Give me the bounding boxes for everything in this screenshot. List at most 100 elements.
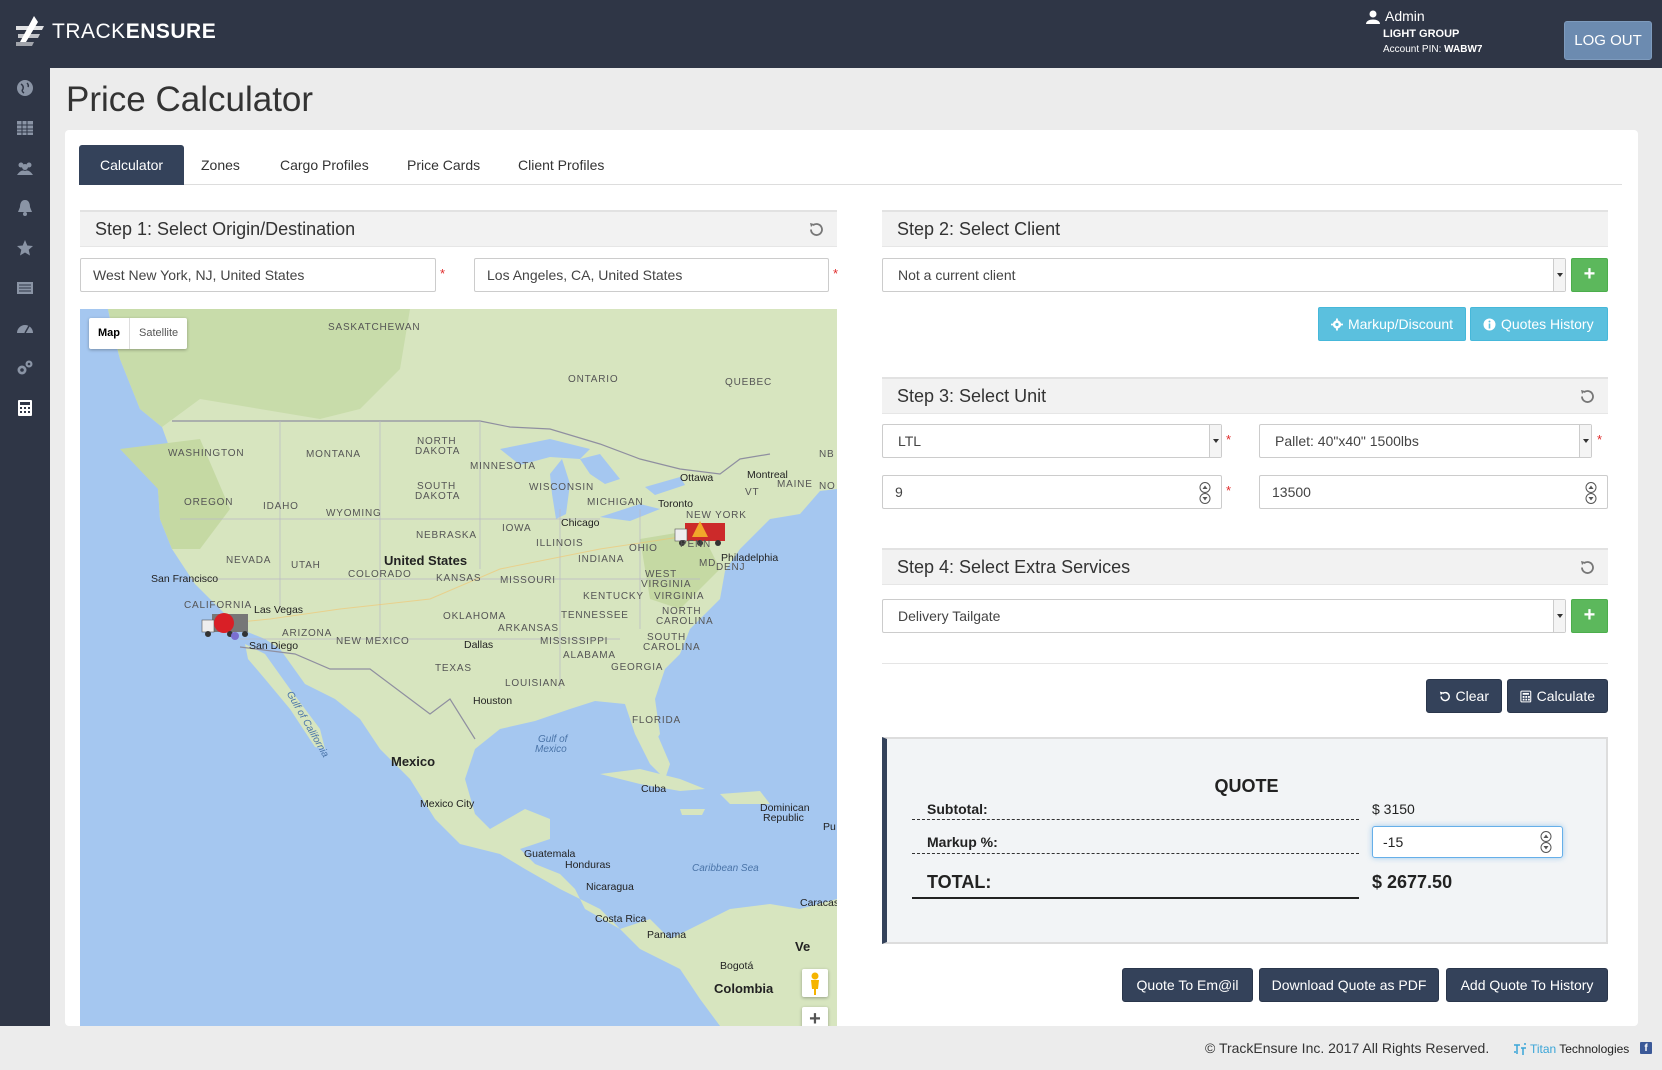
map-label: WYOMING [326, 508, 382, 519]
list-icon [17, 282, 33, 294]
route-map[interactable]: Map Satellite SASKATCHEWAN ONTARIO QUEBE… [80, 309, 837, 1026]
map-label: Las Vegas [254, 604, 304, 616]
map-label: MINNESOTA [470, 461, 536, 472]
trackensure-logo[interactable]: TRACKENSURE [14, 12, 216, 52]
markup-label: Markup %: [927, 834, 998, 850]
globe-icon [17, 80, 33, 96]
origin-truck-marker[interactable] [201, 613, 248, 637]
map-label: WISCONSIN [529, 482, 594, 493]
reset-icon[interactable] [808, 221, 825, 238]
undo-icon [1439, 691, 1450, 701]
map-label: Panama [647, 929, 687, 941]
map-label: NEVADA [226, 555, 272, 566]
map-label: ARKANSAS [498, 623, 559, 634]
tab-client-profiles[interactable]: Client Profiles [497, 145, 625, 185]
map-label: San Diego [249, 640, 299, 652]
spinner-arrows-icon[interactable] [1540, 831, 1552, 853]
calculator-icon [18, 400, 32, 416]
titan-technologies-logo[interactable]: Titan Technologies [1513, 1042, 1629, 1056]
reset-icon[interactable] [1579, 559, 1596, 576]
map-type-map-button[interactable]: Map [89, 318, 130, 349]
cargo-profile-select[interactable]: Pallet: 40"x40" 1500lbs [1259, 424, 1592, 458]
add-quote-to-history-button[interactable]: Add Quote To History [1446, 968, 1608, 1002]
markup-percent-input[interactable]: -15 [1372, 826, 1563, 858]
sidebar-item-settings[interactable] [0, 348, 50, 388]
map-label: NEW YORK [686, 510, 747, 521]
facebook-icon[interactable]: f [1640, 1042, 1652, 1054]
gear-icon [1331, 318, 1343, 330]
sidebar-item-notifications[interactable] [0, 188, 50, 228]
quote-to-email-button[interactable]: Quote To Em@il [1122, 968, 1253, 1002]
spinner-arrows-icon[interactable] [1199, 482, 1211, 504]
map-label: Honduras [565, 859, 611, 871]
gears-icon [17, 360, 33, 375]
step1-title: Step 1: Select Origin/Destination [95, 219, 356, 239]
tab-zones[interactable]: Zones [180, 145, 261, 185]
map-label: QUEBEC [725, 377, 773, 388]
calculate-button[interactable]: Calculate [1507, 679, 1608, 713]
markup-discount-button[interactable]: Markup/Discount [1318, 307, 1466, 341]
map-label: Philadelphia [721, 552, 779, 564]
map-label: ARIZONA [282, 628, 333, 639]
add-service-button[interactable]: + [1571, 599, 1608, 633]
map-type-control: Map Satellite [89, 318, 188, 349]
client-select[interactable]: Not a current client [882, 258, 1566, 292]
required-marker: * [1597, 432, 1603, 447]
map-label: TENNESSEE [561, 610, 629, 621]
required-marker: * [833, 266, 839, 281]
user-org: LIGHT GROUP [1383, 28, 1460, 40]
clear-button[interactable]: Clear [1426, 679, 1502, 713]
sidebar-item-dashboard[interactable] [0, 308, 50, 348]
chevron-down-icon [1553, 259, 1565, 291]
calculator-icon [1520, 690, 1532, 702]
user-name: Admin [1385, 8, 1425, 24]
step2-title: Step 2: Select Client [897, 219, 1061, 239]
map-label: OREGON [184, 497, 234, 508]
street-view-pegman-icon[interactable] [802, 969, 828, 997]
tab-calculator[interactable]: Calculator [79, 145, 185, 185]
map-label: KANSAS [436, 573, 482, 584]
map-label: UTAH [291, 560, 321, 571]
star-icon [17, 240, 33, 256]
quantity-stepper[interactable]: 9 [882, 475, 1222, 509]
account-pin: Account PIN: WABW7 [1383, 44, 1483, 55]
weight-stepper[interactable]: 13500 [1259, 475, 1608, 509]
map-label: Nicaragua [586, 881, 634, 893]
zoom-in-button[interactable]: + [802, 1007, 828, 1026]
titan-logo-icon [1514, 1043, 1526, 1055]
destination-input[interactable] [474, 258, 829, 292]
sidebar-item-users[interactable] [0, 148, 50, 188]
reset-icon[interactable] [1579, 388, 1596, 405]
map-label: COLORADO [348, 569, 412, 580]
tab-cargo-profiles[interactable]: Cargo Profiles [259, 145, 390, 185]
sidebar-item-table[interactable] [0, 108, 50, 148]
quotes-history-button[interactable]: Quotes History [1470, 307, 1608, 341]
sidebar-item-favorites[interactable] [0, 228, 50, 268]
sidebar-item-calculator[interactable] [0, 388, 50, 428]
pegman-icon [811, 972, 819, 995]
step2-header: Step 2: Select Client [882, 210, 1608, 247]
add-client-button[interactable]: + [1571, 258, 1608, 292]
sidebar-item-list[interactable] [0, 268, 50, 308]
origin-input[interactable] [80, 258, 436, 292]
map-label: Cuba [641, 783, 667, 795]
map-label: Costa Rica [595, 913, 647, 925]
spinner-arrows-icon[interactable] [1585, 482, 1597, 504]
map-label: OKLAHOMA [443, 611, 507, 622]
map-label: SASKATCHEWAN [328, 322, 421, 333]
tab-price-cards[interactable]: Price Cards [386, 145, 501, 185]
dotted-leader [912, 819, 1359, 820]
extra-services-select[interactable]: Delivery Tailgate [882, 599, 1566, 633]
subtotal-value: $ 3150 [1372, 801, 1415, 817]
map-label: PENN [680, 539, 711, 550]
map-label: ONTARIO [568, 374, 619, 385]
logout-button[interactable]: LOG OUT [1564, 21, 1652, 60]
download-pdf-button[interactable]: Download Quote as PDF [1259, 968, 1439, 1002]
unit-type-select[interactable]: LTL [882, 424, 1222, 458]
map-label: GEORGIA [611, 662, 664, 673]
sidebar-item-globe[interactable] [0, 68, 50, 108]
required-marker: * [1226, 483, 1232, 498]
map-label: VIRGINIA [654, 591, 705, 602]
map-type-satellite-button[interactable]: Satellite [130, 318, 187, 349]
map-label: Houston [473, 695, 513, 707]
